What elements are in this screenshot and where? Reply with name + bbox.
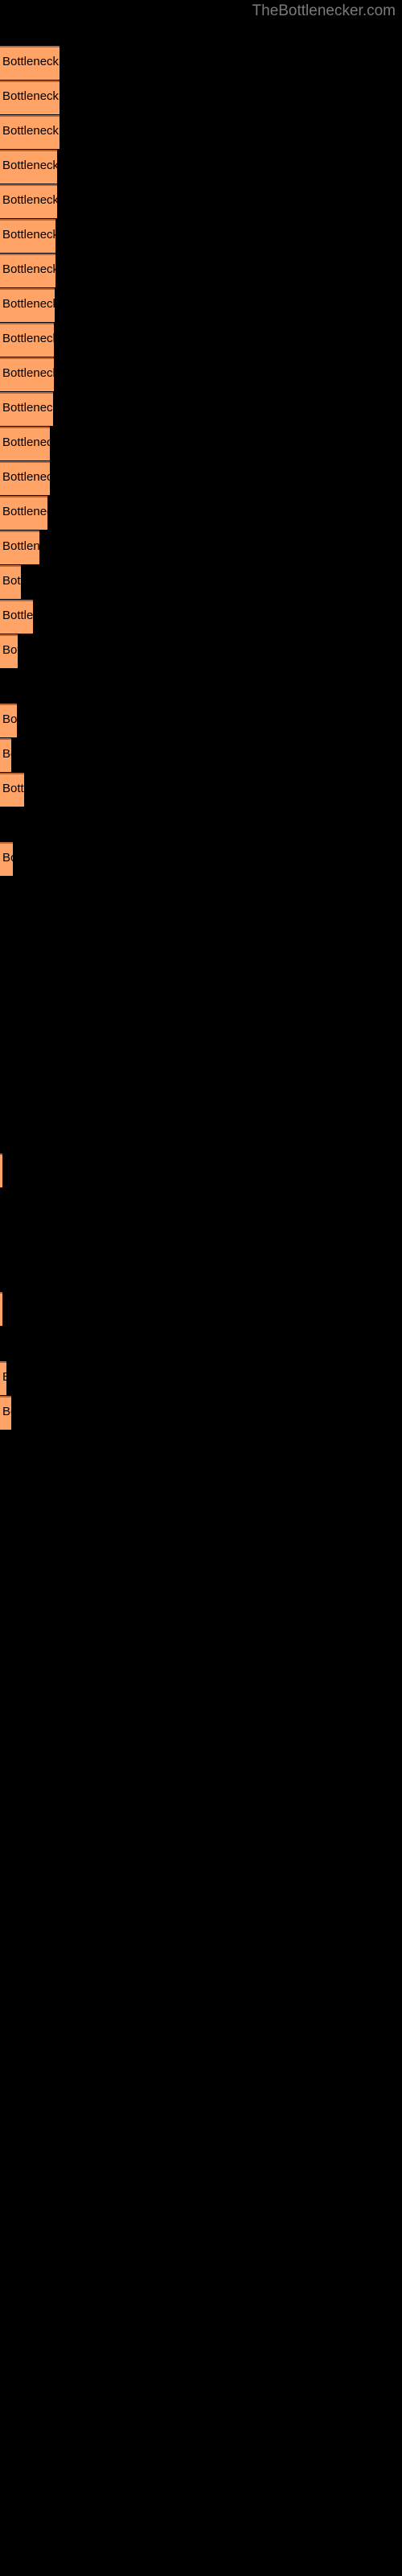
bar-label: Bottleneck result bbox=[2, 297, 55, 311]
bottleneck-result-bar[interactable]: Bottleneck result bbox=[0, 1292, 2, 1326]
bar-label: Bottleneck result bbox=[2, 366, 54, 380]
bottleneck-result-bar[interactable]: Bottleneck result bbox=[0, 773, 24, 807]
bar-label: Bottleneck result bbox=[2, 574, 21, 588]
bottleneck-result-bar[interactable]: Bottleneck result bbox=[0, 427, 50, 460]
bar-label: Bottleneck result bbox=[2, 712, 17, 726]
bar-label: Bottleneck result bbox=[2, 55, 59, 68]
bar-label: Bottleneck result bbox=[2, 643, 18, 657]
bottleneck-result-bar[interactable]: Bottleneck result bbox=[0, 46, 59, 80]
bar-label: Bottleneck result bbox=[2, 332, 54, 345]
bottleneck-result-bar[interactable]: Bottleneck result bbox=[0, 288, 55, 322]
bottleneck-result-bar[interactable]: Bottleneck result bbox=[0, 184, 57, 218]
bar-label: Bottleneck result bbox=[2, 747, 11, 761]
bottleneck-result-bar[interactable]: Bottleneck result bbox=[0, 565, 21, 599]
bar-label: Bottleneck result bbox=[2, 159, 57, 172]
bottleneck-result-bar[interactable]: Bottleneck result bbox=[0, 634, 18, 668]
bottleneck-result-bar[interactable]: Bottleneck result bbox=[0, 254, 55, 287]
bar-label: Bottleneck result bbox=[2, 1405, 11, 1418]
bottleneck-result-bar[interactable]: Bottleneck result bbox=[0, 323, 54, 357]
bar-label: Bottleneck result bbox=[2, 505, 47, 518]
bottleneck-result-bar[interactable]: Bottleneck result bbox=[0, 1396, 11, 1430]
bottleneck-result-bar[interactable]: Bottleneck result bbox=[0, 80, 59, 114]
bottleneck-result-bar[interactable]: Bottleneck result bbox=[0, 219, 55, 253]
bar-label: Bottleneck result bbox=[2, 470, 50, 484]
bottleneck-result-bar[interactable]: Bottleneck result bbox=[0, 392, 53, 426]
bottleneck-result-bar[interactable]: Bottleneck result bbox=[0, 115, 59, 149]
bottleneck-result-bar[interactable]: Bottleneck result bbox=[0, 704, 17, 737]
page-root: TheBottlenecker.com Bottleneck resultBot… bbox=[0, 0, 402, 2576]
bottleneck-result-bar[interactable]: Bottleneck result bbox=[0, 461, 50, 495]
bottleneck-bar-chart: Bottleneck result Bottleneck result Bottle… bbox=[0, 0, 402, 2576]
bar-label: Bottleneck result bbox=[2, 228, 55, 242]
bar-label: Bottleneck result bbox=[2, 782, 24, 795]
bottleneck-result-bar[interactable]: Bottleneck result bbox=[0, 150, 57, 184]
bar-label: Bottleneck result bbox=[2, 539, 39, 553]
bottleneck-result-bar[interactable]: Bottleneck result bbox=[0, 842, 13, 876]
bar-label: Bottleneck result bbox=[2, 609, 33, 622]
bottleneck-result-bar[interactable]: Bottleneck result bbox=[0, 738, 11, 772]
bottleneck-result-bar[interactable]: Bottleneck result bbox=[0, 1361, 6, 1395]
bar-label: Bottleneck result bbox=[2, 851, 13, 865]
bar-label: Bottleneck result bbox=[2, 89, 59, 103]
bottleneck-result-bar[interactable]: Bottleneck result bbox=[0, 530, 39, 564]
bar-label: Bottleneck result bbox=[2, 124, 59, 138]
bottleneck-result-bar[interactable]: Bottleneck result bbox=[0, 496, 47, 530]
bottleneck-result-bar[interactable]: Bottleneck result bbox=[0, 357, 54, 391]
bar-label: Bottleneck result bbox=[2, 436, 50, 449]
bar-label: Bottleneck result bbox=[2, 401, 53, 415]
bottleneck-result-bar[interactable]: Bottleneck result bbox=[0, 600, 33, 634]
bottleneck-result-bar[interactable]: Bottleneck result bbox=[0, 1154, 2, 1187]
bar-label: Bottleneck result bbox=[2, 1370, 6, 1385]
bar-label: Bottleneck result bbox=[2, 193, 57, 207]
bar-label: Bottleneck result bbox=[2, 262, 55, 276]
